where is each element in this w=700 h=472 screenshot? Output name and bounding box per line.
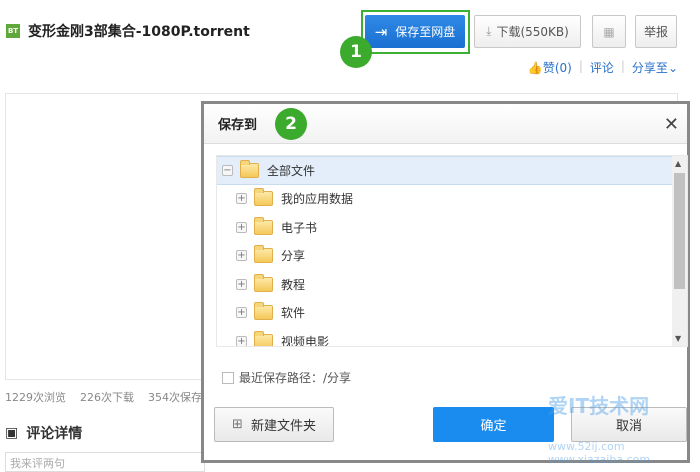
folder-label: 教程 — [281, 277, 306, 292]
watermark-url: www.52ij.com www.xiazaiba.com — [548, 440, 651, 466]
expand-icon[interactable]: + — [236, 221, 247, 233]
save-arrow-icon: ⇥ — [374, 22, 388, 41]
expand-icon[interactable]: + — [236, 307, 247, 319]
folder-label: 我的应用数据 — [281, 192, 354, 207]
views-count: 1229次浏览 — [5, 391, 66, 404]
folder-item[interactable]: + 我的应用数据 — [217, 185, 687, 214]
folder-icon — [254, 273, 273, 292]
comments-title: 评论详情 — [26, 426, 83, 442]
step-1-badge: 1 — [340, 36, 372, 68]
divider: | — [578, 59, 583, 73]
comment-input[interactable]: 我来评两句 — [5, 452, 205, 472]
like-link[interactable]: 👍赞(0) — [528, 59, 572, 76]
action-links: 👍赞(0) | 评论 | 分享至⌄ — [528, 59, 678, 76]
tree-scrollbar[interactable]: ▲ ▼ — [672, 156, 687, 346]
comments-heading: ▣ 评论详情 — [5, 423, 82, 443]
report-button[interactable]: 举报 — [635, 15, 677, 48]
folder-icon — [254, 245, 273, 264]
folder-label: 全部文件 — [267, 163, 316, 178]
dialog-header: 保存到 2 ✕ — [204, 104, 687, 144]
like-label: 赞(0) — [542, 61, 572, 75]
folder-label: 分享 — [281, 249, 306, 264]
recent-path-label: 最近保存路径：/分享 — [239, 371, 352, 385]
folder-icon — [254, 330, 273, 346]
file-title: 变形金刚3部集合-1080P.torrent — [28, 24, 250, 40]
comment-icon: ▣ — [5, 425, 19, 441]
download-label: 下载(550KB) — [496, 25, 569, 39]
comment-link[interactable]: 评论 — [590, 59, 614, 76]
scroll-down-icon[interactable]: ▼ — [675, 334, 681, 343]
folder-label: 软件 — [281, 306, 306, 321]
scroll-up-icon[interactable]: ▲ — [675, 159, 681, 168]
expand-icon[interactable]: + — [236, 193, 247, 205]
share-label: 分享至 — [631, 61, 668, 75]
scrollbar-thumb[interactable] — [674, 173, 685, 289]
folder-item[interactable]: + 电子书 — [217, 213, 687, 242]
save-to-netdisk-button[interactable]: ⇥ 保存至网盘 — [365, 15, 465, 48]
dialog-title: 保存到 — [218, 118, 258, 133]
recent-path-checkbox[interactable] — [222, 371, 234, 384]
downloads-count: 226次下载 — [80, 391, 134, 404]
recent-path-option[interactable]: 最近保存路径：/分享 — [222, 369, 351, 386]
stats: 1229次浏览 226次下载 354次保存 — [5, 389, 202, 405]
download-button[interactable]: ⤓ 下载(550KB) — [474, 15, 581, 48]
folder-label: 电子书 — [281, 220, 318, 235]
share-link[interactable]: 分享至⌄ — [632, 59, 678, 76]
new-folder-icon: ⊞ — [232, 417, 243, 432]
folder-item[interactable]: + 视频电影 — [217, 327, 687, 347]
folder-open-icon — [240, 159, 259, 178]
collapse-icon[interactable]: − — [222, 164, 233, 176]
new-folder-button[interactable]: ⊞ 新建文件夹 — [214, 407, 334, 442]
folder-item[interactable]: + 教程 — [217, 270, 687, 299]
folder-icon — [254, 188, 273, 207]
divider: | — [620, 59, 625, 73]
folder-tree: − 全部文件 + 我的应用数据 + 电子书 + 分享 + 教程 + 软件 + 视频电影 ▲ ▼ — [216, 155, 688, 347]
folder-icon — [254, 302, 273, 321]
new-folder-label: 新建文件夹 — [250, 419, 316, 434]
step-2-badge: 2 — [275, 107, 308, 140]
expand-icon[interactable]: + — [236, 250, 247, 262]
folder-item[interactable]: + 软件 — [217, 299, 687, 328]
folder-label: 视频电影 — [281, 334, 330, 347]
qrcode-icon: ▦ — [603, 24, 615, 39]
watermark-logo: 爱IT技术网 — [548, 394, 650, 418]
expand-icon[interactable]: + — [236, 335, 247, 346]
thumbs-up-icon: 👍 — [527, 61, 543, 75]
download-icon: ⤓ — [486, 24, 492, 38]
save-label: 保存至网盘 — [395, 25, 456, 39]
saves-count: 354次保存 — [148, 391, 202, 404]
tree-root[interactable]: − 全部文件 — [217, 156, 687, 185]
confirm-button[interactable]: 确定 — [433, 407, 554, 442]
chevron-down-icon: ⌄ — [667, 61, 678, 75]
folder-item[interactable]: + 分享 — [217, 242, 687, 271]
bt-file-icon: BT — [6, 24, 20, 38]
close-icon[interactable]: ✕ — [664, 114, 679, 135]
qrcode-button[interactable]: ▦ — [592, 15, 626, 48]
expand-icon[interactable]: + — [236, 278, 247, 290]
folder-icon — [254, 216, 273, 235]
